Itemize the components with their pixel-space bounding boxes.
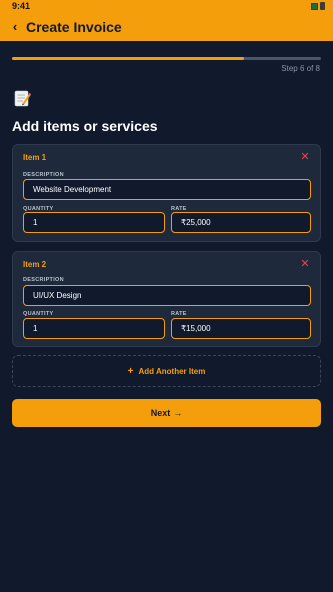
add-item-button[interactable]: + Add Another Item [12, 355, 321, 387]
description-label: DESCRIPTION [23, 277, 64, 283]
back-button[interactable]: ‹ [4, 12, 26, 41]
chevron-left-icon: ‹ [12, 19, 18, 34]
battery-icon [320, 2, 325, 10]
remove-item-button[interactable]: ✕ [299, 258, 311, 270]
rate-input[interactable]: ₹25,000 [171, 212, 311, 233]
signal-icon [311, 2, 318, 10]
memo-icon [14, 90, 31, 107]
item-heading: Item 1 [23, 153, 47, 162]
description-input[interactable]: UI/UX Design [23, 285, 311, 306]
arrow-right-icon: → [173, 408, 183, 418]
page-title: Add items or services [12, 118, 158, 134]
app-bar: ‹ Create Invoice [0, 12, 333, 41]
next-button-label: Next [150, 408, 171, 418]
add-item-label: Add Another Item [138, 366, 206, 376]
page-header-title: Create Invoice [26, 18, 122, 35]
item-heading: Item 2 [23, 260, 47, 269]
status-time: 9:41 [12, 1, 31, 11]
description-label: DESCRIPTION [23, 172, 64, 178]
remove-item-button[interactable]: ✕ [299, 151, 311, 163]
progress-bar-fill [12, 57, 244, 60]
status-icons [311, 2, 325, 10]
item-card: Item 1 ✕ DESCRIPTION Website Development… [12, 144, 321, 242]
quantity-input[interactable]: 1 [23, 212, 165, 233]
rate-label: RATE [171, 311, 187, 317]
plus-icon: + [127, 365, 134, 377]
progress-bar [12, 57, 321, 60]
quantity-label: QUANTITY [23, 311, 54, 317]
item-card: Item 2 ✕ DESCRIPTION UI/UX Design QUANTI… [12, 251, 321, 347]
rate-input[interactable]: ₹15,000 [171, 318, 311, 339]
quantity-input[interactable]: 1 [23, 318, 165, 339]
description-input[interactable]: Website Development [23, 179, 311, 200]
next-button[interactable]: Next → [12, 399, 321, 427]
step-indicator: Step 6 of 8 [281, 64, 320, 73]
status-bar: 9:41 [0, 0, 333, 12]
